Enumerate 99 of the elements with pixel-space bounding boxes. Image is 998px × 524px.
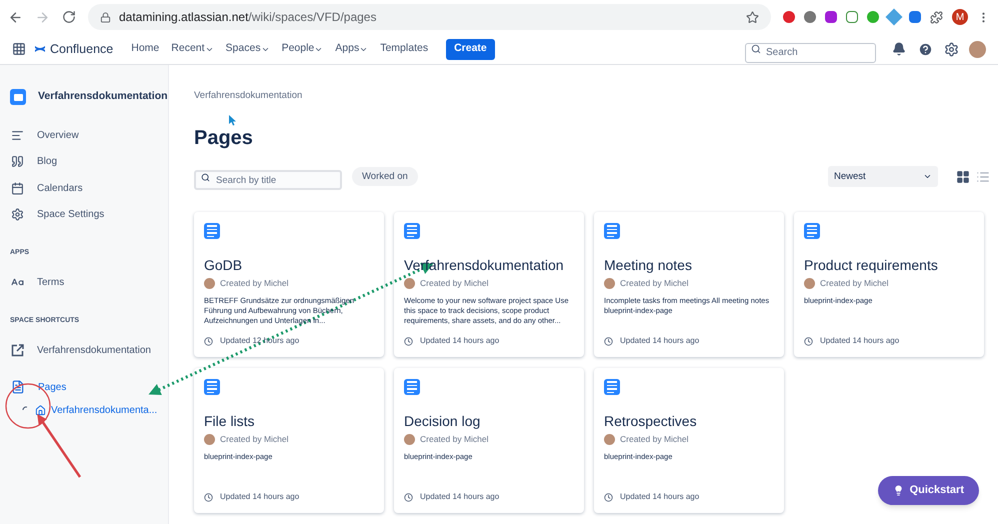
search-field[interactable]: Search by title (194, 170, 342, 190)
clock-icon (404, 492, 413, 502)
notification-icon[interactable] (892, 42, 906, 56)
clock-icon (604, 492, 613, 502)
card-title: Retrospectives (604, 412, 697, 430)
url-text: datamining.atlassian.net/wiki/spaces/VFD/pages (119, 9, 376, 26)
avatar (804, 278, 815, 290)
page-card[interactable] (394, 212, 584, 358)
card-author: Created by Michel (620, 433, 689, 446)
avatar (969, 40, 986, 58)
calendar-icon (11, 182, 24, 195)
card-title: GoDB (204, 256, 242, 274)
nav-menu[interactable]: Spaces (220, 41, 276, 57)
document-icon (804, 223, 820, 240)
app-switcher-icon[interactable] (12, 42, 26, 56)
sort-dropdown[interactable]: Newest (828, 166, 938, 188)
card-title: Verfahrensdokumentation (404, 256, 564, 274)
extension-icon[interactable] (846, 11, 858, 23)
document-icon (404, 379, 420, 396)
help-icon[interactable] (918, 42, 933, 56)
document-icon (204, 379, 220, 396)
sidebar-item[interactable]: Overview (0, 122, 168, 148)
search-field[interactable]: Search (745, 42, 876, 62)
card-author: Created by Michel (820, 277, 889, 290)
avatar (204, 434, 215, 446)
extension-icon[interactable] (804, 11, 816, 23)
extension-icon[interactable] (909, 11, 921, 23)
card-updated: Updated 14 hours ago (420, 335, 500, 348)
card-updated: Updated 14 hours ago (620, 335, 700, 348)
pages-icon (11, 380, 25, 394)
clock-icon (204, 336, 213, 346)
back-icon[interactable] (8, 10, 23, 24)
address-bar[interactable]: datamining.atlassian.net/wiki/spaces/VFD/pages (88, 4, 771, 30)
clock-icon (804, 336, 813, 346)
nav-menu[interactable]: Apps (329, 41, 374, 57)
card-author: Created by Michel (220, 433, 289, 446)
mouse-cursor-icon (229, 115, 237, 126)
document-icon (604, 223, 620, 240)
lock-icon (100, 12, 111, 22)
sidebar-item[interactable]: Pages (0, 374, 168, 400)
document-icon (404, 223, 420, 240)
avatar (604, 278, 615, 290)
card-updated: Updated 14 hours ago (820, 335, 900, 348)
sidebar-item[interactable]: Verfahrensdokumentation (0, 338, 168, 364)
quickstart-button[interactable]: Quickstart (878, 476, 979, 505)
profile-button[interactable]: M (952, 9, 968, 25)
extension-icon[interactable] (783, 11, 795, 23)
grid-view-icon[interactable] (956, 170, 970, 184)
puzzle-icon[interactable] (930, 10, 943, 24)
search-icon (201, 172, 210, 182)
space-name[interactable]: Verfahrensdokumentation (38, 89, 168, 105)
lightbulb-icon (892, 485, 904, 496)
nav-menu[interactable]: Templates (374, 41, 434, 57)
create-button[interactable]: Create (446, 38, 495, 60)
card-author: Created by Michel (420, 277, 489, 290)
sidebar-item[interactable]: Terms (0, 270, 168, 296)
nav-menu[interactable]: Recent (165, 41, 220, 57)
settings-icon (11, 208, 24, 222)
settings-icon[interactable] (944, 42, 959, 56)
sidebar-item[interactable]: Space Settings (0, 202, 168, 228)
extension-icon[interactable] (867, 11, 879, 23)
clock-icon (604, 336, 613, 346)
reload-icon[interactable] (62, 10, 76, 24)
document-icon (204, 223, 220, 240)
clock-icon (204, 492, 213, 502)
card-title: Decision log (404, 412, 480, 430)
search-icon (751, 44, 761, 54)
avatar (404, 434, 415, 446)
sidebar-item[interactable]: Blog (0, 148, 168, 175)
document-icon (604, 379, 620, 396)
card-author: Created by Michel (420, 433, 489, 446)
external-link-icon (11, 344, 24, 358)
avatar (404, 278, 415, 290)
page-title: Pages (194, 126, 254, 152)
annotation-arrow (37, 414, 82, 478)
lines-icon (11, 128, 24, 142)
star-icon[interactable] (746, 10, 759, 24)
card-author: Created by Michel (620, 277, 689, 290)
card-updated: Updated 14 hours ago (620, 491, 700, 504)
home-icon (35, 404, 46, 416)
sidebar-item[interactable]: Calendars (0, 175, 168, 202)
page-tree-item[interactable]: Verfahrensdokumenta... (51, 402, 158, 418)
nav-menu[interactable]: Home (125, 41, 166, 57)
filter-chip[interactable]: Worked on (352, 167, 418, 186)
card-title: Meeting notes (604, 256, 692, 274)
card-title: File lists (204, 412, 255, 430)
card-updated: Updated 14 hours ago (220, 491, 300, 504)
card-title: Product requirements (804, 256, 938, 274)
extension-icon[interactable] (825, 11, 837, 23)
card-updated: Updated 14 hours ago (420, 491, 500, 504)
space-icon (10, 89, 26, 105)
clock-icon (404, 336, 413, 346)
breadcrumb[interactable]: Verfahrensdokumentation (194, 89, 998, 104)
avatar (604, 434, 615, 446)
nav-menu[interactable]: People (276, 41, 330, 57)
avatar (204, 278, 215, 290)
quote-icon (11, 155, 24, 168)
card-author: Created by Michel (220, 277, 289, 290)
confluence-logo[interactable]: Confluence (34, 40, 114, 58)
